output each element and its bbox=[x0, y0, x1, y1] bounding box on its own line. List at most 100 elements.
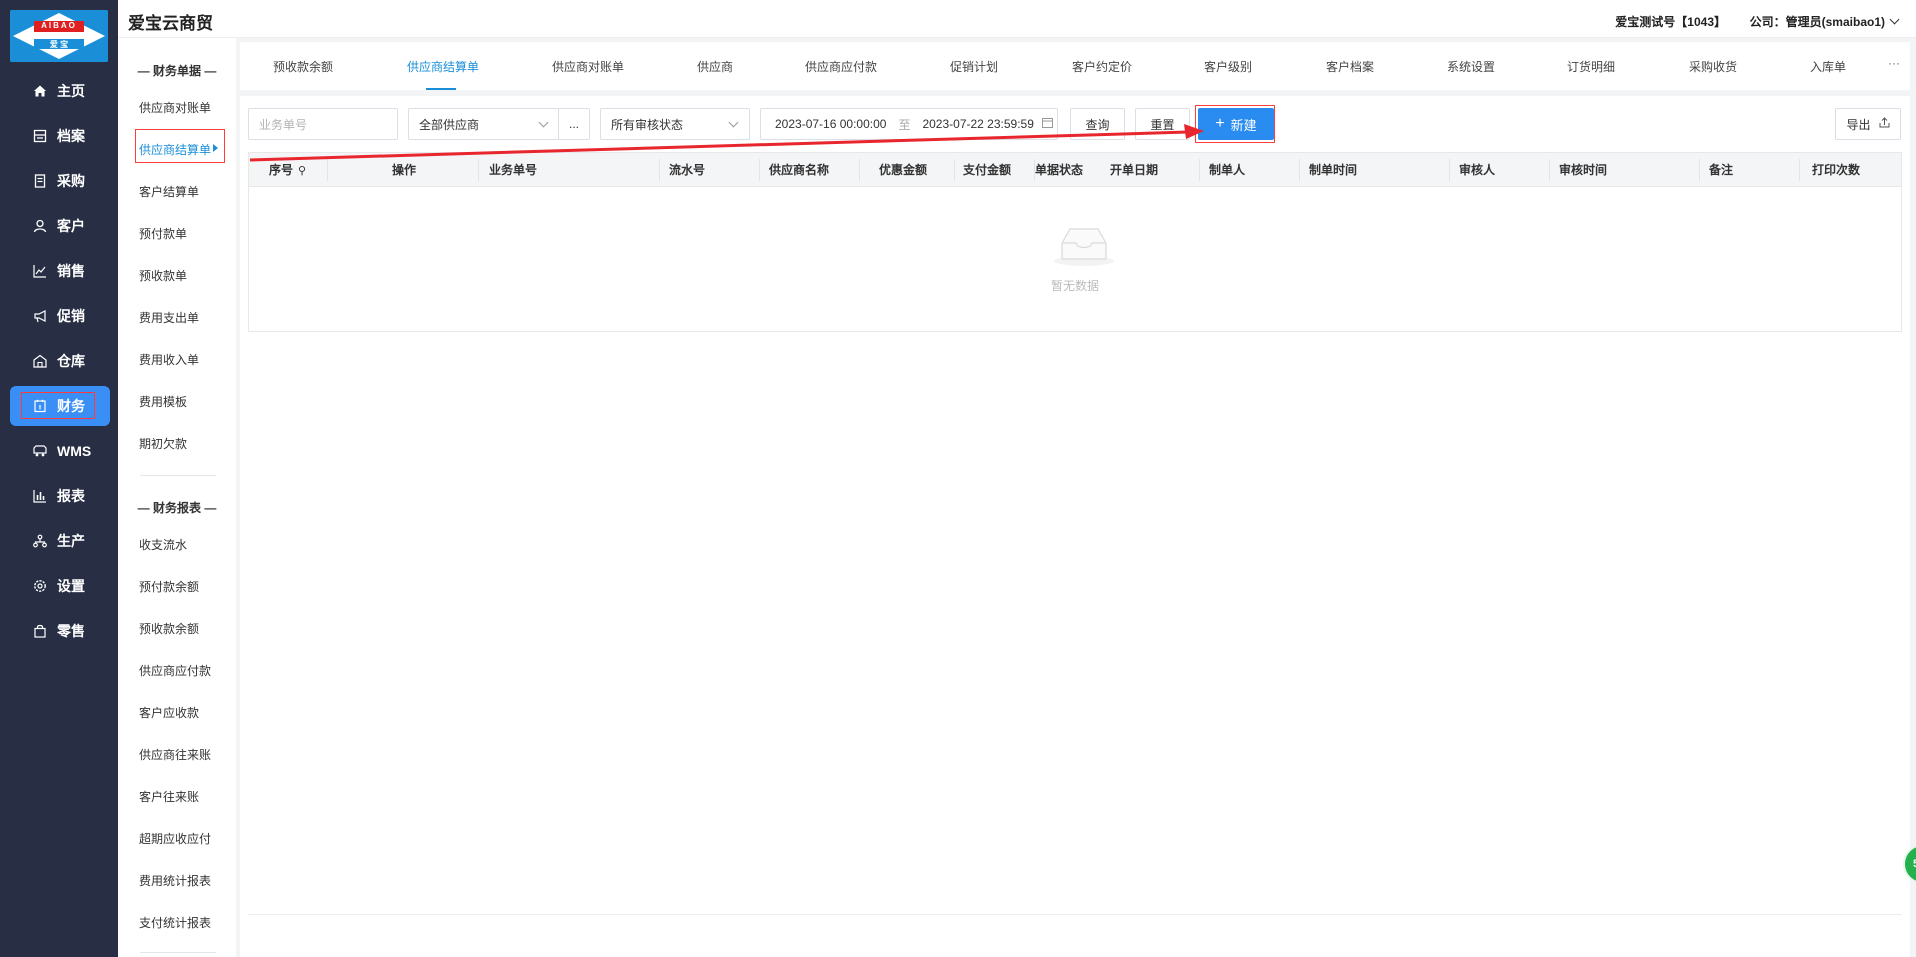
nav-label: 促销 bbox=[57, 308, 85, 324]
company-user-menu[interactable]: 公司：管理员(smaibao1) bbox=[1750, 13, 1900, 30]
aibao-logo[interactable]: AIBAO 爱 宝 bbox=[10, 10, 108, 62]
tab[interactable]: 客户级别 bbox=[1204, 58, 1252, 75]
subnav-item[interactable]: 客户应收款 bbox=[139, 704, 199, 721]
column-header-created-time: 制单时间 bbox=[1309, 163, 1358, 177]
subnav-item[interactable]: 供应商往来账 bbox=[139, 746, 211, 763]
supplier-select[interactable]: 全部供应商 bbox=[408, 108, 560, 140]
nav-label: 档案 bbox=[57, 128, 85, 144]
nav-item-archive[interactable]: 档案 bbox=[10, 116, 110, 156]
supplier-more-button[interactable]: ... bbox=[558, 108, 590, 140]
reset-button[interactable]: 重置 bbox=[1135, 108, 1190, 140]
tab[interactable]: 系统设置 bbox=[1447, 58, 1495, 75]
subnav-item[interactable]: 费用模板 bbox=[139, 393, 187, 410]
tab[interactable]: 客户约定价 bbox=[1072, 58, 1132, 75]
column-header-doc-no: 业务单号 bbox=[489, 163, 538, 177]
subnav-item[interactable]: 收支流水 bbox=[139, 536, 187, 553]
chevron-down-icon bbox=[1889, 14, 1900, 25]
tab[interactable]: 供应商 bbox=[697, 58, 733, 75]
subnav-item[interactable]: 预收款单 bbox=[139, 267, 187, 284]
nav-item-home[interactable]: 主页 bbox=[10, 71, 110, 111]
subnav-item[interactable]: 期初欠款 bbox=[139, 435, 187, 452]
subnav-item[interactable]: 预付款单 bbox=[139, 225, 187, 242]
export-label: 导出 bbox=[1846, 117, 1871, 132]
nav-item-purchase[interactable]: 采购 bbox=[10, 161, 110, 201]
column-separator bbox=[327, 159, 328, 181]
column-separator bbox=[954, 159, 955, 181]
tab-active[interactable]: 供应商结算单 bbox=[407, 58, 479, 75]
column-header-remark: 备注 bbox=[1709, 163, 1734, 177]
gear-icon bbox=[32, 578, 48, 594]
nav-item-customer[interactable]: 客户 bbox=[10, 206, 110, 246]
nav-label: 销售 bbox=[57, 263, 85, 279]
tab[interactable]: 促销计划 bbox=[950, 58, 998, 75]
column-separator bbox=[478, 159, 479, 181]
highlight-box bbox=[1195, 105, 1275, 143]
doc-no-input[interactable]: 业务单号 bbox=[248, 108, 398, 140]
subnav-item[interactable]: 预付款余额 bbox=[139, 578, 199, 595]
date-range-picker[interactable]: 2023-07-16 00:00:00 至 2023-07-22 23:59:5… bbox=[760, 108, 1058, 140]
subnav-item[interactable]: 预收款余额 bbox=[139, 620, 199, 637]
nav-label: 报表 bbox=[57, 488, 85, 504]
finance-subnav: — 财务单据 — 供应商对账单 供应商结算单 客户结算单 预付款单 预收款单 费… bbox=[118, 38, 236, 957]
column-separator bbox=[1299, 159, 1300, 181]
nav-item-report[interactable]: 报表 bbox=[10, 476, 110, 516]
subnav-item[interactable]: 支付统计报表 bbox=[139, 914, 211, 931]
nav-item-finance[interactable]: 财务 bbox=[10, 386, 110, 426]
logo-text-top: AIBAO bbox=[41, 21, 77, 30]
app-title: 爱宝云商贸 bbox=[128, 14, 213, 33]
archive-icon bbox=[32, 128, 48, 144]
main-panel: 业务单号 全部供应商 ... 所有审核状态 2023-07-16 00:00:0… bbox=[240, 96, 1910, 957]
column-separator bbox=[659, 159, 660, 181]
date-to: 2023-07-22 23:59:59 bbox=[922, 117, 1034, 131]
nav-label: WMS bbox=[57, 443, 92, 459]
subnav-group-title-docs: — 财务单据 — bbox=[137, 64, 217, 78]
column-header-open-date: 开单日期 bbox=[1110, 163, 1159, 177]
open-tabs-bar: 预收款余额 供应商结算单 供应商对账单 供应商 供应商应付款 促销计划 客户约定… bbox=[240, 42, 1910, 90]
chevron-down-icon bbox=[728, 117, 739, 128]
column-separator bbox=[1549, 159, 1550, 181]
nav-item-warehouse[interactable]: 仓库 bbox=[10, 341, 110, 381]
subnav-divider bbox=[140, 475, 216, 476]
top-bar: 爱宝云商贸 爱宝测试号【1043】 公司：管理员(smaibao1) bbox=[118, 0, 1916, 38]
column-separator bbox=[1799, 159, 1800, 181]
subnav-group-title-reports: — 财务报表 — bbox=[137, 501, 217, 515]
home-icon bbox=[32, 83, 48, 99]
settlement-table: 序号 ⚲ 操作 业务单号 流水号 供应商名称 优惠金额 支付金额 单据状态 开单日… bbox=[248, 152, 1902, 332]
nav-item-settings[interactable]: 设置 bbox=[10, 566, 110, 606]
subnav-item[interactable]: 费用收入单 bbox=[139, 351, 199, 368]
column-separator bbox=[759, 159, 760, 181]
account-name[interactable]: 爱宝测试号【1043】 bbox=[1615, 13, 1726, 30]
empty-text: 暂无数据 bbox=[1050, 279, 1099, 293]
pin-icon[interactable]: ⚲ bbox=[298, 165, 306, 177]
tab[interactable]: 供应商对账单 bbox=[552, 58, 624, 75]
subnav-item[interactable]: 供应商对账单 bbox=[139, 99, 211, 116]
query-button[interactable]: 查询 bbox=[1070, 108, 1125, 140]
subnav-item[interactable]: 超期应收应付 bbox=[139, 830, 211, 847]
tab[interactable]: 订货明细 bbox=[1567, 58, 1615, 75]
tab[interactable]: 供应商应付款 bbox=[805, 58, 877, 75]
export-button[interactable]: 导出 bbox=[1835, 108, 1901, 140]
column-header-paid-amount: 支付金额 bbox=[963, 163, 1012, 177]
tab[interactable]: 预收款余额 bbox=[273, 58, 333, 75]
nav-item-sales[interactable]: 销售 bbox=[10, 251, 110, 291]
megaphone-icon bbox=[32, 308, 48, 324]
subnav-item[interactable]: 客户结算单 bbox=[139, 183, 199, 200]
subnav-item[interactable]: 费用支出单 bbox=[139, 309, 199, 326]
subnav-item[interactable]: 客户往来账 bbox=[139, 788, 199, 805]
nav-item-production[interactable]: 生产 bbox=[10, 521, 110, 561]
date-from: 2023-07-16 00:00:00 bbox=[775, 117, 887, 131]
nav-item-promotion[interactable]: 促销 bbox=[10, 296, 110, 336]
nav-item-retail[interactable]: 零售 bbox=[10, 611, 110, 651]
subnav-item-active[interactable]: 供应商结算单 bbox=[139, 141, 211, 158]
warehouse-icon bbox=[32, 353, 48, 369]
audit-status-select[interactable]: 所有审核状态 bbox=[600, 108, 750, 140]
subnav-item[interactable]: 费用统计报表 bbox=[139, 872, 211, 889]
more-tabs-button[interactable]: ··· bbox=[1888, 56, 1900, 70]
column-separator bbox=[1199, 159, 1200, 181]
user-icon bbox=[32, 218, 48, 234]
tab[interactable]: 客户档案 bbox=[1326, 58, 1374, 75]
nav-item-wms[interactable]: WMS bbox=[10, 431, 110, 471]
tab[interactable]: 入库单 bbox=[1810, 58, 1846, 75]
subnav-item[interactable]: 供应商应付款 bbox=[139, 662, 211, 679]
tab[interactable]: 采购收货 bbox=[1689, 58, 1737, 75]
